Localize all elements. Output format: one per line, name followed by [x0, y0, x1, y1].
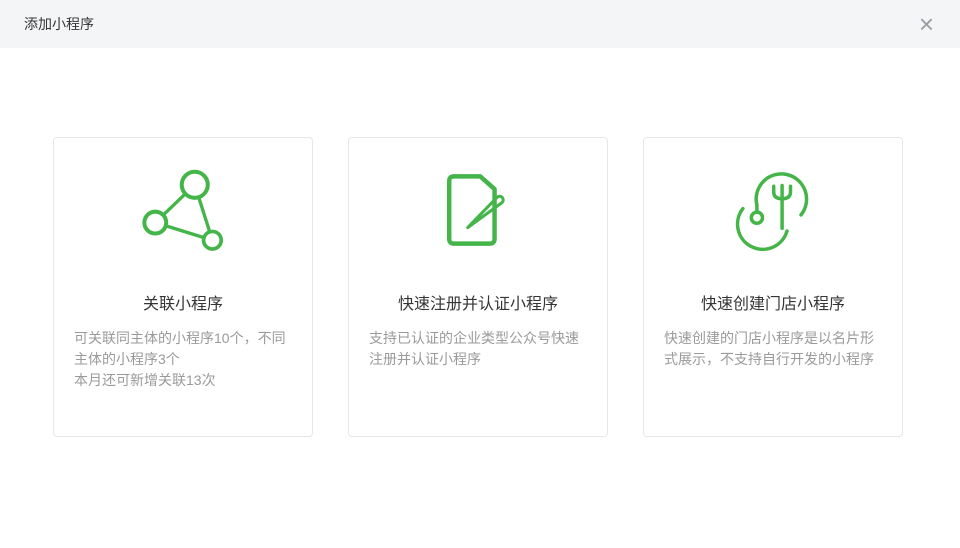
card-title: 快速创建门店小程序 [644, 294, 902, 316]
card-description-line2: 本月还可新增关联13次 [74, 370, 292, 391]
network-nodes-icon [141, 168, 225, 252]
icon-wrap [54, 168, 312, 252]
option-cards-row: 关联小程序 可关联同主体的小程序10个，不同主体的小程序3个 本月还可新增关联1… [0, 48, 960, 437]
add-miniprogram-dialog: 添加小程序 × 关联小程序 可关联同主体的小程序10个，不同主体的小程序3个 本… [0, 0, 960, 548]
card-description: 快速创建的门店小程序是以名片形式展示，不支持自行开发的小程序 [664, 328, 882, 370]
fork-swirl-icon [731, 168, 815, 252]
document-pen-icon [438, 170, 518, 250]
dialog-header: 添加小程序 × [0, 0, 960, 48]
card-link-miniprogram[interactable]: 关联小程序 可关联同主体的小程序10个，不同主体的小程序3个 本月还可新增关联1… [53, 137, 313, 437]
dialog-title: 添加小程序 [24, 14, 94, 34]
card-register-miniprogram[interactable]: 快速注册并认证小程序 支持已认证的企业类型公众号快速注册并认证小程序 [348, 137, 608, 437]
card-description: 支持已认证的企业类型公众号快速注册并认证小程序 [369, 328, 587, 370]
card-title: 快速注册并认证小程序 [349, 294, 607, 316]
card-description: 可关联同主体的小程序10个，不同主体的小程序3个 [74, 328, 292, 370]
card-title: 关联小程序 [54, 294, 312, 316]
icon-wrap [644, 168, 902, 252]
icon-wrap [349, 168, 607, 252]
close-icon[interactable]: × [919, 14, 934, 34]
card-store-miniprogram[interactable]: 快速创建门店小程序 快速创建的门店小程序是以名片形式展示，不支持自行开发的小程序 [643, 137, 903, 437]
